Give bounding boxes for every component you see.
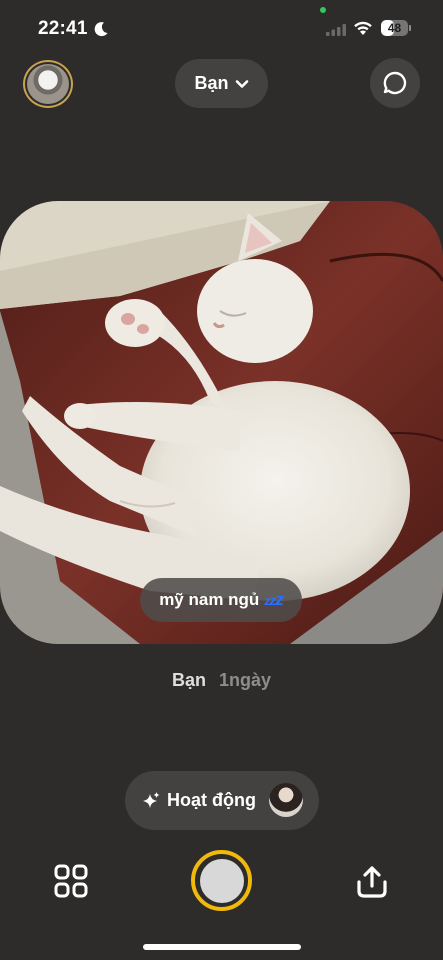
profile-avatar-button[interactable] <box>23 60 73 108</box>
sparkle-icon <box>143 791 160 808</box>
share-icon[interactable] <box>354 864 390 900</box>
activity-avatar <box>269 783 303 817</box>
caption-bubble: mỹ nam ngủ zzz <box>140 578 302 622</box>
activity-label: Hoạt động <box>167 790 256 810</box>
wifi-icon <box>354 21 372 35</box>
post-time: 1ngày <box>219 670 272 690</box>
moon-icon <box>94 22 108 37</box>
activity-button[interactable]: Hoạt động <box>125 771 319 830</box>
battery-indicator: 48 <box>381 20 411 36</box>
chevron-down-icon <box>235 79 248 88</box>
shutter-button[interactable] <box>191 850 252 911</box>
post-author: Bạn <box>171 670 206 690</box>
cellular-signal-icon <box>326 24 346 36</box>
caption-text: mỹ nam ngủ <box>159 590 260 609</box>
shutter-inner <box>199 858 244 903</box>
camera-indicator-dot <box>320 7 326 13</box>
zzz-icon: zzz <box>264 590 283 609</box>
grid-icon[interactable] <box>53 863 89 899</box>
battery-level: 48 <box>387 21 402 35</box>
avatar <box>25 62 71 106</box>
home-indicator[interactable] <box>143 944 301 950</box>
post-meta: Bạn 1ngày <box>0 670 443 691</box>
status-time: 22:41 <box>38 18 88 39</box>
chat-bubble-icon <box>383 71 407 95</box>
audience-selector[interactable]: Bạn <box>175 59 268 108</box>
chat-button[interactable] <box>370 58 420 108</box>
status-bar: 22:41 48 <box>0 0 443 60</box>
audience-label: Bạn <box>194 73 229 93</box>
